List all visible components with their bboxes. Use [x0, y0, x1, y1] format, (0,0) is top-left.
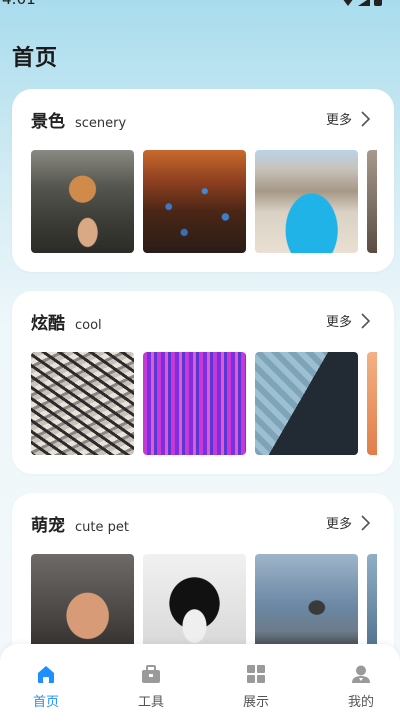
tab-label: 工具	[137, 695, 164, 710]
grid-icon	[247, 665, 265, 683]
signal-icon	[358, 0, 370, 6]
more-button-cute-pet[interactable]: 更多	[326, 513, 372, 532]
thumbnail-image[interactable]	[31, 150, 134, 253]
bottom-tab-bar: 首页 工具 展示 我的	[0, 644, 400, 727]
wifi-icon	[342, 0, 354, 6]
chevron-right-icon	[361, 110, 371, 127]
thumbnail-image[interactable]	[143, 554, 246, 657]
section-title: 萌宠	[31, 516, 65, 536]
tab-tools[interactable]: 工具	[121, 663, 181, 710]
thumbnail-image[interactable]	[31, 352, 134, 455]
tab-showcase[interactable]: 展示	[226, 663, 286, 710]
section-card-cool: 炫酷 cool 更多	[12, 291, 394, 474]
chevron-right-icon	[361, 312, 371, 329]
more-label: 更多	[325, 315, 352, 330]
battery-icon	[374, 0, 382, 6]
section-header: 炫酷 cool	[31, 309, 102, 334]
thumbnail-image[interactable]	[31, 554, 134, 657]
section-card-scenery: 景色 scenery 更多	[12, 89, 394, 272]
tab-home[interactable]: 首页	[16, 663, 76, 710]
thumbnail-row	[31, 352, 394, 455]
toolbox-icon	[142, 665, 160, 683]
chevron-right-icon	[361, 514, 371, 531]
section-title: 炫酷	[31, 314, 65, 334]
home-icon	[38, 666, 54, 683]
tab-label: 首页	[32, 695, 59, 710]
thumbnail-image[interactable]	[367, 554, 377, 657]
thumbnail-image[interactable]	[143, 150, 246, 253]
thumbnail-row	[31, 554, 394, 657]
section-subtitle: scenery	[75, 116, 127, 131]
more-label: 更多	[325, 113, 352, 128]
section-header: 萌宠 cute pet	[31, 511, 129, 536]
thumbnail-image[interactable]	[255, 352, 358, 455]
section-header: 景色 scenery	[31, 107, 126, 132]
user-icon	[352, 665, 370, 683]
status-bar: 4:01	[0, 0, 400, 14]
tab-mine[interactable]: 我的	[331, 663, 391, 710]
section-title: 景色	[31, 112, 65, 132]
thumbnail-image[interactable]	[367, 150, 377, 253]
thumbnail-image[interactable]	[255, 150, 358, 253]
tab-label: 展示	[242, 695, 269, 710]
thumbnail-image[interactable]	[367, 352, 377, 455]
thumbnail-image[interactable]	[255, 554, 358, 657]
section-subtitle: cool	[75, 318, 102, 333]
thumbnail-image[interactable]	[143, 352, 246, 455]
section-subtitle: cute pet	[75, 520, 129, 535]
more-button-scenery[interactable]: 更多	[326, 109, 372, 128]
status-time: 4:01	[2, 0, 36, 8]
thumbnail-row	[31, 150, 394, 253]
status-icons	[342, 0, 382, 10]
page-title: 首页	[12, 46, 59, 71]
more-label: 更多	[325, 517, 352, 532]
more-button-cool[interactable]: 更多	[326, 311, 372, 330]
tab-label: 我的	[347, 695, 374, 710]
